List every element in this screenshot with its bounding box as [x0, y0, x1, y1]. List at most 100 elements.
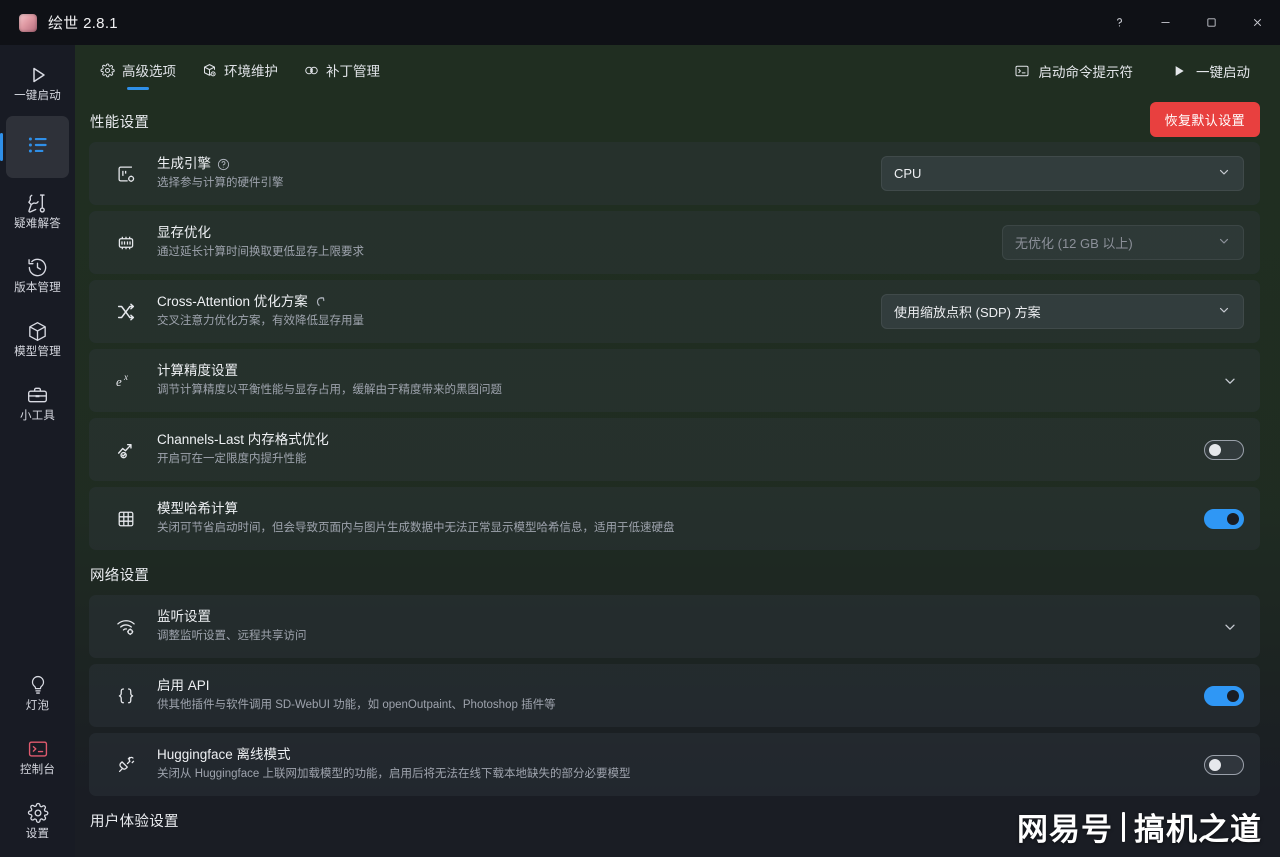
window-controls — [1096, 0, 1280, 45]
setting-row-channels-last: Channels-Last 内存格式优化 开启可在一定限度内提升性能 — [89, 418, 1260, 481]
enable-api-toggle[interactable] — [1204, 685, 1244, 706]
setting-control — [1204, 508, 1244, 529]
list-settings-icon — [25, 133, 51, 157]
huggingface-offline-toggle[interactable] — [1204, 754, 1244, 775]
setting-subtitle: 开启可在一定限度内提升性能 — [157, 453, 307, 466]
channels-last-toggle[interactable] — [1204, 439, 1244, 460]
sidebar-item-model-management[interactable]: 模型管理 — [6, 308, 69, 370]
setting-row-compute-precision[interactable]: e x 计算精度设置 调节计算精度以平衡性能与显存占用，缓解由于精度带来的黑图问… — [89, 349, 1260, 412]
sidebar-item-one-click-launch[interactable]: 一键启动 — [6, 52, 69, 114]
toggle-knob — [1209, 443, 1221, 456]
cross-attention-select[interactable]: 使用缩放点积 (SDP) 方案 — [881, 294, 1244, 329]
sidebar-item-label: 一键启动 — [14, 90, 61, 103]
sidebar-item-label: 设置 — [25, 828, 50, 841]
tab-advanced-options[interactable]: 高级选项 — [89, 53, 187, 89]
hash-grid-icon — [111, 508, 141, 530]
chevron-down-icon — [1217, 303, 1231, 320]
history-clock-icon — [26, 255, 49, 279]
setting-row-huggingface-offline: Huggingface 离线模式 关闭从 Huggingface 上联网加载模型… — [89, 733, 1260, 796]
svg-text:x: x — [123, 372, 128, 382]
setting-subtitle: 调整监听设置、远程共享访问 — [157, 630, 307, 643]
setting-title: Huggingface 离线模式 — [157, 747, 291, 763]
chevron-down-icon[interactable] — [1222, 619, 1244, 635]
setting-title: Channels-Last 内存格式优化 — [157, 432, 329, 448]
launch-command-prompt-button[interactable]: 启动命令提示符 — [1008, 56, 1140, 86]
restore-defaults-button[interactable]: 恢复默认设置 — [1149, 102, 1260, 137]
setting-row-text: 监听设置 调整监听设置、远程共享访问 — [157, 608, 307, 645]
sidebar-item-advanced-settings[interactable] — [0, 116, 69, 178]
setting-title: 计算精度设置 — [157, 363, 238, 379]
package-maintenance-icon — [202, 63, 217, 78]
setting-title: 启用 API — [157, 678, 210, 694]
title-bar-left: 绘世 2.8.1 — [0, 12, 118, 33]
setting-control: CPU — [881, 156, 1244, 191]
setting-subtitle: 选择参与计算的硬件引擎 — [157, 177, 284, 190]
question-mark-icon — [1113, 16, 1126, 29]
minimize-button[interactable] — [1142, 0, 1188, 45]
one-click-launch-button[interactable]: 一键启动 — [1165, 56, 1256, 86]
setting-row-text: 生成引擎 选择参与计算的硬件引擎 — [157, 155, 284, 192]
chevron-down-icon[interactable] — [1222, 373, 1244, 389]
setting-row-text: 模型哈希计算 关闭可节省启动时间，但会导致页面内与图片生成数据中无法正常显示模型… — [157, 500, 675, 537]
curly-braces-icon — [111, 685, 141, 707]
minimize-icon — [1159, 16, 1172, 29]
help-button[interactable] — [1096, 0, 1142, 45]
sidebar-item-console[interactable]: 控制台 — [6, 726, 69, 788]
setting-row-enable-api: 启用 API 供其他插件与软件调用 SD-WebUI 功能，如 openOutp… — [89, 664, 1260, 727]
vram-optimization-select[interactable]: 无优化 (12 GB 以上) — [1002, 225, 1244, 260]
terminal-icon — [27, 737, 49, 761]
model-hash-toggle[interactable] — [1204, 508, 1244, 529]
setting-control — [1204, 754, 1244, 775]
tab-patch-management[interactable]: 补丁管理 — [293, 53, 391, 89]
svg-text:e: e — [116, 374, 122, 389]
terminal-window-icon — [1014, 63, 1030, 79]
revert-arrow-icon[interactable] — [314, 295, 328, 309]
setting-subtitle: 通过延长计算时间换取更低显存上限要求 — [157, 246, 364, 259]
close-button[interactable] — [1234, 0, 1280, 45]
sidebar-item-tools[interactable]: 小工具 — [6, 372, 69, 434]
sidebar-item-troubleshooting[interactable]: 疑难解答 — [6, 180, 69, 242]
network-settings-group: 监听设置 调整监听设置、远程共享访问 启用 API 供其他插件与软件调用 SD-… — [89, 595, 1260, 796]
tab-bar: 高级选项 环境维护 补丁管理 — [89, 53, 391, 89]
setting-row-text: Huggingface 离线模式 关闭从 Huggingface 上联网加载模型… — [157, 746, 630, 783]
setting-row-generation-engine: 生成引擎 选择参与计算的硬件引擎 CPU — [89, 142, 1260, 205]
setting-control: 无优化 (12 GB 以上) — [1002, 225, 1244, 260]
help-circle-icon[interactable] — [217, 158, 230, 171]
maximize-button[interactable] — [1188, 0, 1234, 45]
section-title: 性能设置 — [90, 115, 150, 131]
setting-row-text: Channels-Last 内存格式优化 开启可在一定限度内提升性能 — [157, 431, 329, 468]
section-header-performance: 性能设置 恢复默认设置 — [89, 97, 1260, 142]
sidebar-item-settings[interactable]: 设置 — [6, 790, 69, 852]
setting-title: 模型哈希计算 — [157, 501, 238, 517]
toggle-knob — [1227, 512, 1239, 525]
app-logo-icon — [19, 13, 37, 32]
trend-check-icon — [111, 439, 141, 461]
sidebar-item-label: 版本管理 — [14, 282, 61, 295]
setting-row-listen-settings[interactable]: 监听设置 调整监听设置、远程共享访问 — [89, 595, 1260, 658]
close-icon — [1251, 16, 1264, 29]
tab-label: 补丁管理 — [326, 64, 380, 79]
setting-row-text: 计算精度设置 调节计算精度以平衡性能与显存占用，缓解由于精度带来的黑图问题 — [157, 362, 502, 399]
setting-control — [1204, 439, 1244, 460]
setting-title: 监听设置 — [157, 609, 211, 625]
sidebar-item-label: 控制台 — [19, 764, 56, 777]
sidebar-item-version-management[interactable]: 版本管理 — [6, 244, 69, 306]
window-body: 一键启动 疑难解答 版本管理 模型管理 小工具 灯泡 控制台 设置 高级选项 环… — [0, 45, 1280, 857]
setting-row-cross-attention: Cross-Attention 优化方案 交叉注意力优化方案，有效降低显存用量 — [89, 280, 1260, 343]
watermark-right-text: 搞机之道 — [1134, 812, 1262, 848]
sidebar-bottom: 灯泡 控制台 设置 — [6, 661, 69, 857]
toggle-knob — [1209, 758, 1221, 771]
settings-content: 性能设置 恢复默认设置 生成引擎 选择参与计算的硬件引擎 CPU 显存优化 通过… — [75, 97, 1280, 857]
tab-environment-maintenance[interactable]: 环境维护 — [191, 53, 289, 89]
setting-subtitle: 供其他插件与软件调用 SD-WebUI 功能，如 openOutpaint、Ph… — [157, 699, 556, 712]
generation-engine-select[interactable]: CPU — [881, 156, 1244, 191]
setting-title: 显存优化 — [157, 225, 211, 241]
lightbulb-icon — [27, 673, 49, 697]
shuffle-arrows-icon — [111, 301, 141, 323]
setting-control: 使用缩放点积 (SDP) 方案 — [881, 294, 1244, 329]
setting-subtitle: 关闭可节省启动时间，但会导致页面内与图片生成数据中无法正常显示模型哈希信息，适用… — [157, 522, 675, 535]
sidebar-item-lightbulb[interactable]: 灯泡 — [6, 662, 69, 724]
sidebar-item-label: 模型管理 — [14, 346, 61, 359]
main-area: 高级选项 环境维护 补丁管理 启动命令提示符 一键启动 性能设置 恢复默认设置 … — [75, 45, 1280, 857]
setting-control — [1222, 619, 1244, 635]
